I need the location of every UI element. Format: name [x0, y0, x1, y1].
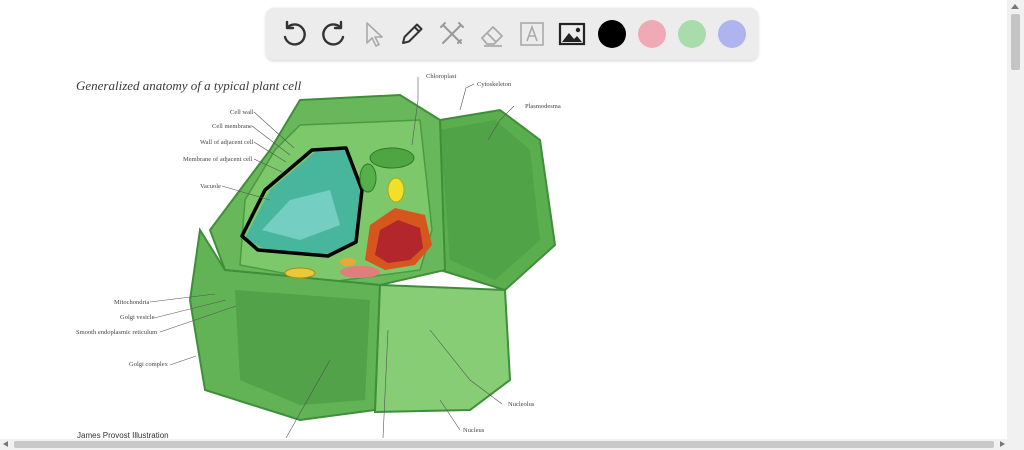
label-membrane-adjacent-cell: Membrane of adjacent cell	[183, 156, 253, 163]
vertical-scroll-thumb[interactable]	[1011, 14, 1020, 70]
horizontal-scrollbar[interactable]	[0, 439, 1024, 450]
adjacent-cell-bottom-right	[373, 283, 512, 414]
mitochondrion-shape	[284, 267, 316, 279]
label-nucleus: Nucleus	[463, 427, 485, 434]
scroll-right-arrow-icon[interactable]	[1000, 441, 1005, 447]
label-nucleolus: Nucleolus	[508, 401, 535, 408]
horizontal-scroll-thumb[interactable]	[14, 441, 994, 448]
label-wall-adjacent-cell: Wall of adjacent cell	[200, 139, 254, 146]
label-smooth-er: Smooth endoplasmic reticulum	[76, 329, 158, 336]
chloroplast-shape-2	[359, 163, 377, 193]
yellow-organelle	[387, 177, 405, 203]
golgi-shape	[340, 266, 380, 278]
label-golgi-complex: Golgi complex	[129, 361, 168, 368]
label-plasmodesma: Plasmodesma	[525, 103, 561, 110]
label-vacuole: Vacuole	[200, 183, 221, 190]
scroll-up-arrow-icon[interactable]	[1011, 4, 1019, 9]
diagram-title: Generalized anatomy of a typical plant c…	[76, 78, 302, 93]
chloroplast-shape	[369, 147, 415, 169]
label-cytoskeleton: Cytoskeleton	[477, 81, 512, 88]
golgi-vesicle-shape	[340, 258, 356, 266]
plant-cell-illustration	[149, 77, 557, 439]
label-chloroplast: Chloroplast	[426, 73, 457, 80]
scroll-left-arrow-icon[interactable]	[3, 441, 8, 447]
label-cell-membrane: Cell membrane	[212, 123, 252, 130]
label-mitochondria: Mitochondria	[114, 299, 150, 306]
label-cell-wall: Cell wall	[230, 109, 254, 116]
label-golgi-vesicle: Golgi vesicle	[120, 314, 155, 321]
vertical-scrollbar[interactable]	[1007, 0, 1024, 439]
